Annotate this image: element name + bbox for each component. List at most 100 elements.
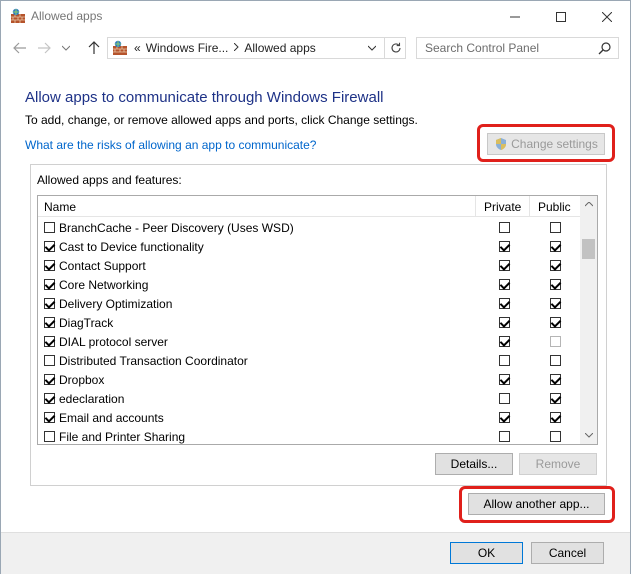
public-checkbox[interactable] xyxy=(550,431,561,442)
risks-link[interactable]: What are the risks of allowing an app to… xyxy=(25,138,316,152)
list-item[interactable]: Dropbox xyxy=(38,370,580,389)
app-name: Dropbox xyxy=(59,373,105,387)
scroll-up-button[interactable] xyxy=(580,196,597,213)
private-checkbox[interactable] xyxy=(499,355,510,366)
firewall-icon xyxy=(11,8,25,23)
scroll-down-button[interactable] xyxy=(580,427,597,444)
enable-checkbox[interactable] xyxy=(44,279,55,290)
public-checkbox[interactable] xyxy=(550,412,561,423)
list-item[interactable]: edeclaration xyxy=(38,389,580,408)
list-item[interactable]: Cast to Device functionality xyxy=(38,237,580,256)
allowed-apps-list[interactable]: Name Private Public BranchCache - Peer D… xyxy=(37,195,598,445)
enable-checkbox[interactable] xyxy=(44,374,55,385)
app-name: BranchCache - Peer Discovery (Uses WSD) xyxy=(59,221,294,235)
private-checkbox[interactable] xyxy=(499,336,510,347)
arrow-left-icon xyxy=(13,42,26,54)
list-item[interactable]: BranchCache - Peer Discovery (Uses WSD) xyxy=(38,218,580,237)
chevron-right-icon[interactable] xyxy=(234,42,240,53)
column-public[interactable]: Public xyxy=(538,200,571,214)
private-checkbox[interactable] xyxy=(499,431,510,442)
list-item[interactable]: DiagTrack xyxy=(38,313,580,332)
minimize-button[interactable] xyxy=(492,1,538,32)
recent-locations-button[interactable] xyxy=(57,39,75,57)
private-checkbox[interactable] xyxy=(499,279,510,290)
list-item[interactable]: DIAL protocol server xyxy=(38,332,580,351)
public-checkbox[interactable] xyxy=(550,241,561,252)
private-checkbox[interactable] xyxy=(499,260,510,271)
arrow-right-icon xyxy=(38,42,51,54)
enable-checkbox[interactable] xyxy=(44,241,55,252)
list-item[interactable]: File and Printer Sharing xyxy=(38,427,580,444)
chevron-down-icon xyxy=(368,45,376,51)
app-name: File and Printer Sharing xyxy=(59,430,186,444)
vertical-scrollbar[interactable] xyxy=(580,196,597,444)
breadcrumb-allowed-apps[interactable]: Allowed apps xyxy=(244,41,315,55)
public-checkbox[interactable] xyxy=(550,393,561,404)
arrow-up-icon xyxy=(88,41,100,54)
public-checkbox[interactable] xyxy=(550,298,561,309)
chevron-down-icon xyxy=(62,45,70,51)
address-dropdown-button[interactable] xyxy=(361,38,383,58)
search-icon[interactable] xyxy=(598,41,612,55)
window-title: Allowed apps xyxy=(31,9,103,23)
column-private[interactable]: Private xyxy=(484,200,521,214)
address-bar-row: « Windows Fire... Allowed apps Search Co… xyxy=(1,32,630,64)
list-item[interactable]: Distributed Transaction Coordinator xyxy=(38,351,580,370)
private-checkbox[interactable] xyxy=(499,241,510,252)
search-input[interactable]: Search Control Panel xyxy=(425,41,539,55)
public-checkbox[interactable] xyxy=(550,279,561,290)
private-checkbox[interactable] xyxy=(499,298,510,309)
list-item[interactable]: Core Networking xyxy=(38,275,580,294)
close-button[interactable] xyxy=(584,1,630,32)
maximize-button[interactable] xyxy=(538,1,584,32)
public-checkbox[interactable] xyxy=(550,374,561,385)
enable-checkbox[interactable] xyxy=(44,412,55,423)
ok-button[interactable]: OK xyxy=(450,542,523,564)
page-title: Allow apps to communicate through Window… xyxy=(25,89,384,106)
enable-checkbox[interactable] xyxy=(44,393,55,404)
enable-checkbox[interactable] xyxy=(44,317,55,328)
address-bar[interactable]: « Windows Fire... Allowed apps xyxy=(107,37,406,59)
firewall-icon xyxy=(113,40,127,55)
app-name: Cast to Device functionality xyxy=(59,240,204,254)
public-checkbox[interactable] xyxy=(550,222,561,233)
close-icon xyxy=(602,11,612,22)
private-checkbox[interactable] xyxy=(499,317,510,328)
list-header: Name Private Public xyxy=(38,196,597,217)
app-name: Email and accounts xyxy=(59,411,164,425)
private-checkbox[interactable] xyxy=(499,222,510,233)
public-checkbox[interactable] xyxy=(550,355,561,366)
change-settings-button[interactable]: Change settings xyxy=(487,133,605,155)
list-item[interactable]: Contact Support xyxy=(38,256,580,275)
cancel-button[interactable]: Cancel xyxy=(531,542,604,564)
private-checkbox[interactable] xyxy=(499,374,510,385)
list-item[interactable]: Email and accounts xyxy=(38,408,580,427)
public-checkbox[interactable] xyxy=(550,317,561,328)
breadcrumb-overflow[interactable]: « xyxy=(134,41,141,55)
back-button[interactable] xyxy=(11,39,29,57)
page-description: To add, change, or remove allowed apps a… xyxy=(25,113,418,127)
details-button[interactable]: Details... xyxy=(435,453,513,475)
breadcrumb-windows-firewall[interactable]: Windows Fire... xyxy=(146,41,229,55)
allow-another-app-button[interactable]: Allow another app... xyxy=(468,493,605,515)
enable-checkbox[interactable] xyxy=(44,355,55,366)
up-button[interactable] xyxy=(85,39,103,57)
refresh-button[interactable] xyxy=(384,38,406,58)
enable-checkbox[interactable] xyxy=(44,260,55,271)
enable-checkbox[interactable] xyxy=(44,298,55,309)
search-box[interactable]: Search Control Panel xyxy=(416,37,619,59)
enable-checkbox[interactable] xyxy=(44,222,55,233)
column-divider xyxy=(529,196,530,217)
public-checkbox[interactable] xyxy=(550,336,561,347)
enable-checkbox[interactable] xyxy=(44,431,55,442)
private-checkbox[interactable] xyxy=(499,393,510,404)
list-item[interactable]: Delivery Optimization xyxy=(38,294,580,313)
enable-checkbox[interactable] xyxy=(44,336,55,347)
scroll-thumb[interactable] xyxy=(582,239,595,259)
uac-shield-icon xyxy=(496,138,507,150)
forward-button[interactable] xyxy=(35,39,53,57)
column-name[interactable]: Name xyxy=(44,200,76,214)
private-checkbox[interactable] xyxy=(499,412,510,423)
public-checkbox[interactable] xyxy=(550,260,561,271)
remove-button[interactable]: Remove xyxy=(519,453,597,475)
